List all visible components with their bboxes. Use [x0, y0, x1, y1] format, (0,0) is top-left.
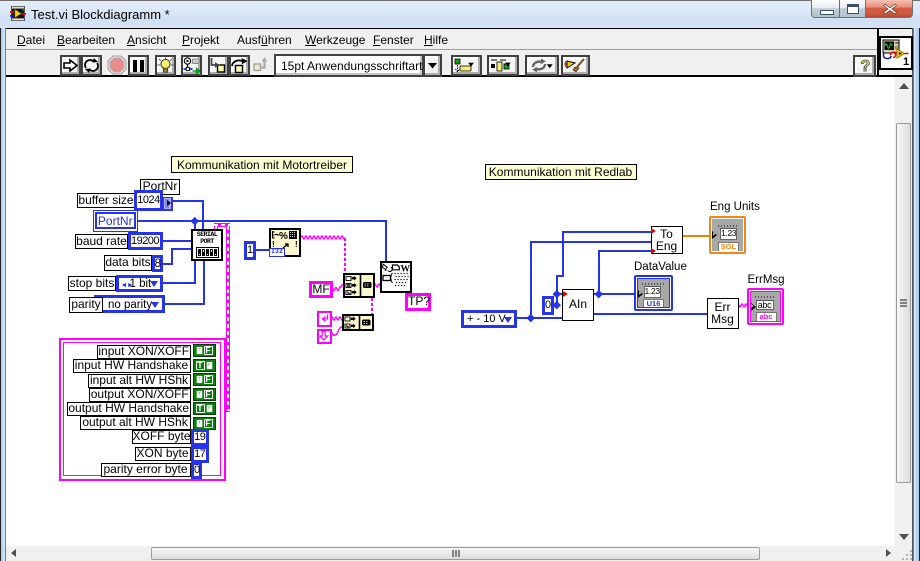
svg-text:%: % [279, 231, 288, 242]
svg-text:1: 1 [903, 56, 909, 68]
svg-text:!: ! [295, 240, 298, 249]
svg-text:W: W [401, 265, 411, 275]
